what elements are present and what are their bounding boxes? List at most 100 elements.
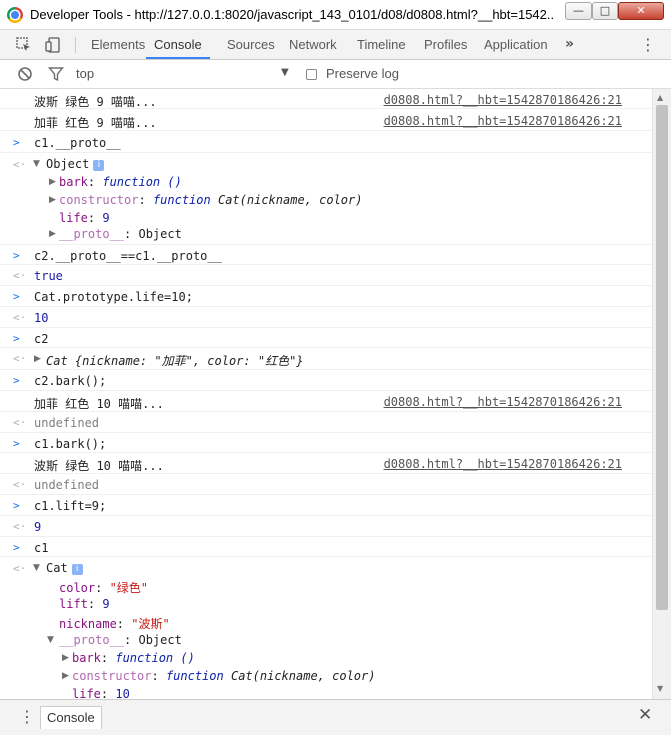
input-command: c2 [34, 332, 49, 346]
expand-triangle-icon[interactable]: ▶ [49, 229, 56, 239]
window-title: Developer Tools - http://127.0.0.1:8020/… [30, 7, 555, 22]
console-input-row: > c2.__proto__==c1.__proto__ [0, 245, 652, 265]
scroll-down-arrow-icon[interactable]: ▼ [657, 684, 663, 693]
result-value: true [34, 269, 63, 283]
drawer-tab-console[interactable]: Console [40, 706, 102, 729]
input-prompt-icon: > [13, 374, 20, 387]
context-dropdown-arrow-icon[interactable]: ▼ [281, 67, 289, 78]
close-drawer-icon[interactable]: ✕ [638, 705, 652, 725]
tab-timeline[interactable]: Timeline [357, 30, 406, 59]
device-toolbar-icon[interactable] [45, 37, 61, 53]
result-value: 9 [34, 520, 42, 534]
object-label: Object i [46, 157, 105, 171]
console-input-row: > c1.bark(); [0, 433, 652, 453]
input-command: c1 [34, 541, 49, 555]
info-icon[interactable]: i [93, 160, 105, 171]
console-output: 波斯 绿色 9 喵喵... d0808.html?__hbt=154287018… [0, 89, 671, 699]
property-color: color: "绿色" [59, 581, 149, 595]
property-constructor: constructor: function Cat(nickname, colo… [59, 193, 363, 207]
drawer-menu-icon[interactable]: ⋮ [19, 707, 35, 726]
result-prompt-icon: <· [13, 416, 27, 429]
preserve-log-checkbox[interactable] [306, 69, 317, 80]
context-selector[interactable]: top [76, 66, 94, 81]
tab-sources[interactable]: Sources [227, 30, 275, 59]
property-life: life: 9 [59, 211, 110, 225]
console-result-row: <· 10 [0, 307, 652, 328]
object-label: Cat i [46, 561, 83, 575]
console-input-row: > c1.__proto__ [0, 131, 652, 153]
source-link[interactable]: d0808.html?__hbt=1542870186426:21 [384, 457, 622, 471]
log-message: 波斯 绿色 10 喵喵... [34, 459, 164, 473]
input-prompt-icon: > [13, 541, 20, 554]
property-nickname: nickname: "波斯" [59, 617, 170, 631]
property-lift: lift: 9 [59, 597, 110, 611]
source-link[interactable]: d0808.html?__hbt=1542870186426:21 [384, 114, 622, 128]
property-constructor: constructor: function Cat(nickname, colo… [72, 669, 376, 683]
property-life: life: 10 [72, 687, 130, 699]
clear-console-icon[interactable] [17, 66, 33, 82]
input-command: c2.__proto__==c1.__proto__ [34, 249, 222, 263]
log-message: 加菲 红色 9 喵喵... [34, 116, 157, 130]
tab-application[interactable]: Application [484, 30, 548, 59]
close-window-button[interactable]: ✕ [618, 2, 664, 20]
expand-triangle-icon[interactable]: ▶ [49, 177, 56, 187]
tab-profiles[interactable]: Profiles [424, 30, 467, 59]
result-prompt-icon: <· [13, 158, 27, 171]
scrollbar-thumb[interactable] [656, 105, 668, 610]
input-prompt-icon: > [13, 437, 20, 450]
input-prompt-icon: > [13, 290, 20, 303]
input-command: c1.__proto__ [34, 136, 121, 150]
maximize-button[interactable]: □ [592, 2, 618, 20]
property-bark: bark: function () [59, 175, 182, 189]
expand-triangle-icon[interactable]: ▶ [34, 354, 41, 364]
result-prompt-icon: <· [13, 269, 27, 282]
toolbar-divider [75, 37, 76, 53]
console-scrollbar[interactable]: ▲ ▼ [652, 89, 671, 699]
info-icon[interactable]: i [71, 564, 83, 575]
devtools-toolbar: Elements Console Sources Network Timelin… [0, 30, 671, 60]
input-prompt-icon: > [13, 249, 20, 262]
more-tabs-icon[interactable]: » [565, 30, 574, 59]
console-input-row: > c1.lift=9; [0, 495, 652, 516]
tab-console[interactable]: Console [146, 30, 210, 59]
input-command: Cat.prototype.life=10; [34, 290, 193, 304]
tab-elements[interactable]: Elements [91, 30, 145, 59]
console-result-row: <· 9 [0, 516, 652, 537]
console-result-row: <· true [0, 265, 652, 286]
expand-triangle-icon[interactable]: ▶ [62, 671, 69, 681]
console-log-row: 加菲 红色 10 喵喵... d0808.html?__hbt=15428701… [0, 391, 652, 412]
result-prompt-icon: <· [13, 311, 27, 324]
console-result-row: <· ▼ Object i ▶ bark: function () ▶ const… [0, 153, 652, 245]
result-prompt-icon: <· [13, 520, 27, 533]
console-result-row: <· ▶ Cat {nickname: "加菲", color: "红色"} [0, 348, 652, 370]
result-prompt-icon: <· [13, 562, 27, 575]
result-prompt-icon: <· [13, 478, 27, 491]
filter-icon[interactable] [48, 66, 64, 82]
property-proto: __proto__: Object [59, 227, 182, 241]
object-preview[interactable]: Cat {nickname: "加菲", color: "红色"} [46, 352, 304, 369]
tab-network[interactable]: Network [289, 30, 337, 59]
console-log-row: 加菲 红色 9 喵喵... d0808.html?__hbt=154287018… [0, 109, 652, 131]
expand-triangle-icon[interactable]: ▶ [49, 195, 56, 205]
console-log-row: 波斯 绿色 9 喵喵... d0808.html?__hbt=154287018… [0, 89, 652, 109]
input-prompt-icon: > [13, 332, 20, 345]
log-message: 波斯 绿色 9 喵喵... [34, 95, 157, 109]
collapse-triangle-icon[interactable]: ▼ [33, 563, 40, 573]
collapse-triangle-icon[interactable]: ▼ [33, 159, 40, 169]
result-value: undefined [34, 478, 100, 492]
devtools-menu-icon[interactable]: ⋮ [640, 30, 656, 59]
preserve-log-label[interactable]: Preserve log [326, 66, 399, 81]
property-proto: __proto__: Object [59, 633, 182, 647]
input-command: c1.lift=9; [34, 499, 107, 513]
console-input-row: > c2.bark(); [0, 370, 652, 391]
source-link[interactable]: d0808.html?__hbt=1542870186426:21 [384, 395, 622, 409]
input-command: c2.bark(); [34, 374, 107, 388]
expand-triangle-icon[interactable]: ▶ [62, 653, 69, 663]
console-filter-bar: top ▼ Preserve log [0, 60, 671, 89]
minimize-button[interactable]: — [565, 2, 592, 20]
collapse-triangle-icon[interactable]: ▼ [47, 635, 54, 645]
result-prompt-icon: <· [13, 352, 27, 365]
inspect-element-icon[interactable] [16, 37, 32, 53]
scroll-up-arrow-icon[interactable]: ▲ [657, 93, 663, 102]
source-link[interactable]: d0808.html?__hbt=1542870186426:21 [384, 93, 622, 107]
